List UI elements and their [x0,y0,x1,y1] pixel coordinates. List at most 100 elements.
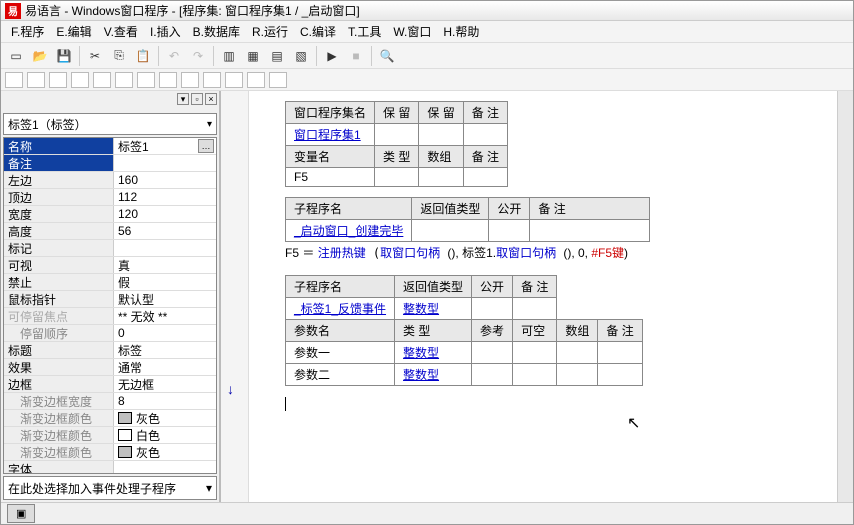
align4-icon[interactable] [71,72,89,88]
copy-icon[interactable]: ⎘ [108,45,130,67]
prop-value[interactable] [114,155,216,171]
prop-value[interactable] [114,240,216,256]
prop-value[interactable]: 120 [114,206,216,222]
menu-window[interactable]: W.窗口 [389,21,435,42]
open-icon[interactable]: 📂 [29,45,51,67]
align10-icon[interactable] [203,72,221,88]
find-icon[interactable]: 🔍 [376,45,398,67]
menu-compile[interactable]: C.编译 [296,21,340,42]
event-combo[interactable]: 在此处选择加入事件处理子程序 ▾ [3,476,217,500]
align3-icon[interactable] [49,72,67,88]
new-icon[interactable]: ▭ [5,45,27,67]
prop-value[interactable]: 标签 [114,342,216,358]
prop-row[interactable]: 顶边112 [4,189,216,206]
stop-icon[interactable]: ■ [345,45,367,67]
align5-icon[interactable] [93,72,111,88]
prop-row[interactable]: 标记 [4,240,216,257]
prop-value[interactable]: 8 [114,393,216,409]
prop-row[interactable]: 渐变边框宽度8 [4,393,216,410]
prop-value[interactable]: 默认型 [114,291,216,307]
align6-icon[interactable] [115,72,133,88]
panel-min-icon[interactable]: ▾ [177,93,189,105]
property-grid[interactable]: 名称标签1…备注左边160顶边112宽度120高度56标记可视真禁止假鼠标指针默… [3,137,217,474]
prop-row[interactable]: 备注 [4,155,216,172]
prop-row[interactable]: 左边160 [4,172,216,189]
panel3-icon[interactable]: ▤ [266,45,288,67]
panel2-icon[interactable]: ▦ [242,45,264,67]
prop-row[interactable]: 渐变边框颜色灰色 [4,444,216,461]
prop-value[interactable]: 真 [114,257,216,273]
sub1-link[interactable]: _启动窗口_创建完毕 [286,220,412,242]
align11-icon[interactable] [225,72,243,88]
prop-value[interactable]: 白色 [114,427,216,443]
menu-insert[interactable]: I.插入 [146,21,185,42]
module-link[interactable]: 窗口程序集1 [286,124,375,146]
prop-value[interactable]: 112 [114,189,216,205]
panel-float-icon[interactable]: ▫ [191,93,203,105]
prop-row[interactable]: 渐变边框颜色白色 [4,427,216,444]
panel4-icon[interactable]: ▧ [290,45,312,67]
prop-value[interactable]: 无边框 [114,376,216,392]
prop-row[interactable]: 禁止假 [4,274,216,291]
vertical-scrollbar[interactable] [837,91,853,502]
prop-row[interactable]: 可视真 [4,257,216,274]
align8-icon[interactable] [159,72,177,88]
ellipsis-button[interactable]: … [198,139,214,153]
prop-value[interactable]: 灰色 [114,410,216,426]
align1-icon[interactable] [5,72,23,88]
module-table: 窗口程序集名保 留保 留备 注 窗口程序集1 变量名类 型数组备 注 F5 [285,101,508,187]
undo-icon[interactable]: ↶ [163,45,185,67]
menu-run[interactable]: R.运行 [248,21,292,42]
prop-value[interactable] [114,461,216,474]
prop-label: 停留顺序 [4,325,114,341]
output-tab[interactable]: ▣ [7,504,35,523]
sub2-link[interactable]: _标签1_反馈事件 [286,298,395,320]
prop-value[interactable]: 0 [114,325,216,341]
menu-help[interactable]: H.帮助 [439,21,483,42]
prop-value[interactable]: 假 [114,274,216,290]
prop-value[interactable]: 灰色 [114,444,216,460]
prop-label: 宽度 [4,206,114,222]
menu-edit[interactable]: E.编辑 [52,21,95,42]
align12-icon[interactable] [247,72,265,88]
menu-tools[interactable]: T.工具 [344,21,385,42]
align7-icon[interactable] [137,72,155,88]
prop-row[interactable]: 边框无边框 [4,376,216,393]
panel-close-icon[interactable]: × [205,93,217,105]
code-line[interactable]: F5 ＝ 注册热键 (取窗口句柄 (), 标签1.取窗口句柄 (), 0, #F… [285,244,829,261]
prop-value[interactable]: 160 [114,172,216,188]
prop-row[interactable]: 字体 [4,461,216,474]
object-combo[interactable]: 标签1（标签） ▾ [3,113,217,135]
code-editor[interactable]: 窗口程序集名保 留保 留备 注 窗口程序集1 变量名类 型数组备 注 F5 子程… [249,91,837,502]
prop-row[interactable]: 标题标签 [4,342,216,359]
menu-database[interactable]: B.数据库 [189,21,244,42]
align13-icon[interactable] [269,72,287,88]
align2-icon[interactable] [27,72,45,88]
prop-value[interactable]: 标签1… [114,138,216,154]
prop-row[interactable]: 名称标签1… [4,138,216,155]
sub1-table: 子程序名返回值类型公开备 注 _启动窗口_创建完毕 [285,197,650,242]
prop-row[interactable]: 高度56 [4,223,216,240]
prop-row[interactable]: 渐变边框颜色灰色 [4,410,216,427]
prop-row[interactable]: 效果通常 [4,359,216,376]
mouse-cursor-icon: ↖ [627,413,640,433]
prop-row[interactable]: 宽度120 [4,206,216,223]
redo-icon[interactable]: ↷ [187,45,209,67]
prop-label: 高度 [4,223,114,239]
panel1-icon[interactable]: ▥ [218,45,240,67]
menu-view[interactable]: V.查看 [100,21,142,42]
text-caret [285,397,286,411]
paste-icon[interactable]: 📋 [132,45,154,67]
menu-program[interactable]: F.程序 [7,21,48,42]
align9-icon[interactable] [181,72,199,88]
cut-icon[interactable]: ✂ [84,45,106,67]
prop-value[interactable]: ** 无效 ** [114,308,216,324]
prop-label: 备注 [4,155,114,171]
prop-row[interactable]: 鼠标指针默认型 [4,291,216,308]
prop-row[interactable]: 可停留焦点** 无效 ** [4,308,216,325]
save-icon[interactable]: 💾 [53,45,75,67]
prop-value[interactable]: 通常 [114,359,216,375]
prop-value[interactable]: 56 [114,223,216,239]
prop-row[interactable]: 停留顺序0 [4,325,216,342]
run-icon[interactable]: ▶ [321,45,343,67]
